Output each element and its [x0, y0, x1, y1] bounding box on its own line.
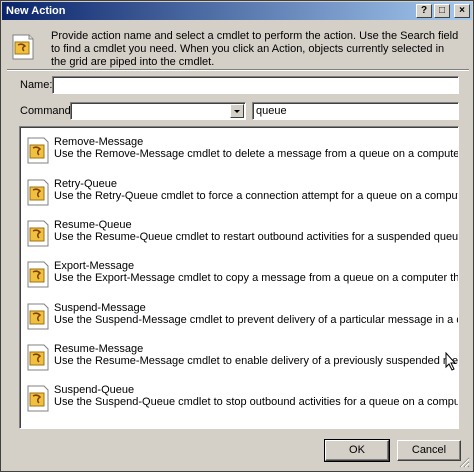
chevron-down-icon[interactable] — [230, 104, 244, 118]
item-description: Use the Retry-Queue cmdlet to force a co… — [54, 190, 458, 202]
list-item[interactable]: Resume-Message Use the Resume-Message cm… — [24, 343, 458, 377]
divider — [7, 69, 469, 71]
name-input[interactable] — [52, 76, 459, 94]
list-item[interactable]: Export-Message Use the Export-Message cm… — [24, 260, 458, 294]
command-select[interactable] — [70, 102, 246, 120]
maximize-button[interactable]: □ — [434, 4, 450, 18]
item-name: Resume-Queue — [54, 219, 132, 231]
resize-grip-icon[interactable] — [458, 456, 470, 468]
item-name: Remove-Message — [54, 136, 144, 148]
list-item[interactable]: Resume-Queue Use the Resume-Queue cmdlet… — [24, 219, 458, 253]
new-action-dialog: New Action ? □ × Provide action name and… — [0, 0, 474, 472]
script-scroll-icon — [27, 179, 49, 206]
item-description: Use the Resume-Queue cmdlet to restart o… — [54, 231, 459, 243]
item-description: Use the Suspend-Message cmdlet to preven… — [54, 314, 458, 326]
item-description: Use the Remove-Message cmdlet to delete … — [54, 148, 459, 160]
cmdlet-list[interactable]: Remove-Message Use the Remove-Message cm… — [19, 126, 459, 429]
item-name: Export-Message — [54, 260, 135, 272]
script-scroll-icon — [27, 303, 49, 330]
ok-button[interactable]: OK — [324, 439, 390, 462]
item-description: Use the Resume-Message cmdlet to enable … — [54, 355, 458, 367]
name-label: Name: — [20, 79, 53, 91]
list-item[interactable]: Retry-Queue Use the Retry-Queue cmdlet t… — [24, 178, 458, 212]
window-title: New Action — [6, 5, 66, 17]
item-name: Retry-Queue — [54, 178, 117, 190]
item-name: Resume-Message — [54, 343, 144, 355]
mouse-pointer-icon — [445, 352, 457, 371]
search-input[interactable]: queue — [252, 102, 459, 120]
cancel-button[interactable]: Cancel — [397, 440, 461, 461]
item-name: Suspend-Queue — [54, 384, 135, 396]
script-scroll-icon — [27, 261, 49, 288]
list-item[interactable]: Suspend-Message Use the Suspend-Message … — [24, 302, 458, 336]
script-scroll-icon — [27, 385, 49, 412]
item-description: Use the Export-Message cmdlet to copy a … — [54, 272, 459, 284]
list-item[interactable]: Remove-Message Use the Remove-Message cm… — [24, 136, 458, 170]
help-button[interactable]: ? — [416, 4, 432, 18]
script-scroll-icon — [27, 344, 49, 371]
script-scroll-icon — [27, 137, 49, 164]
script-scroll-icon — [27, 220, 49, 247]
close-button[interactable]: × — [454, 4, 470, 18]
title-bar[interactable]: New Action ? □ × — [2, 2, 472, 20]
intro-text: Provide action name and select a cmdlet … — [51, 30, 459, 68]
command-label: Command: — [20, 105, 74, 117]
list-item[interactable]: Suspend-Queue Use the Suspend-Queue cmdl… — [24, 384, 458, 418]
item-name: Suspend-Message — [54, 302, 146, 314]
item-description: Use the Suspend-Queue cmdlet to stop out… — [54, 396, 459, 408]
script-scroll-icon — [12, 34, 34, 60]
